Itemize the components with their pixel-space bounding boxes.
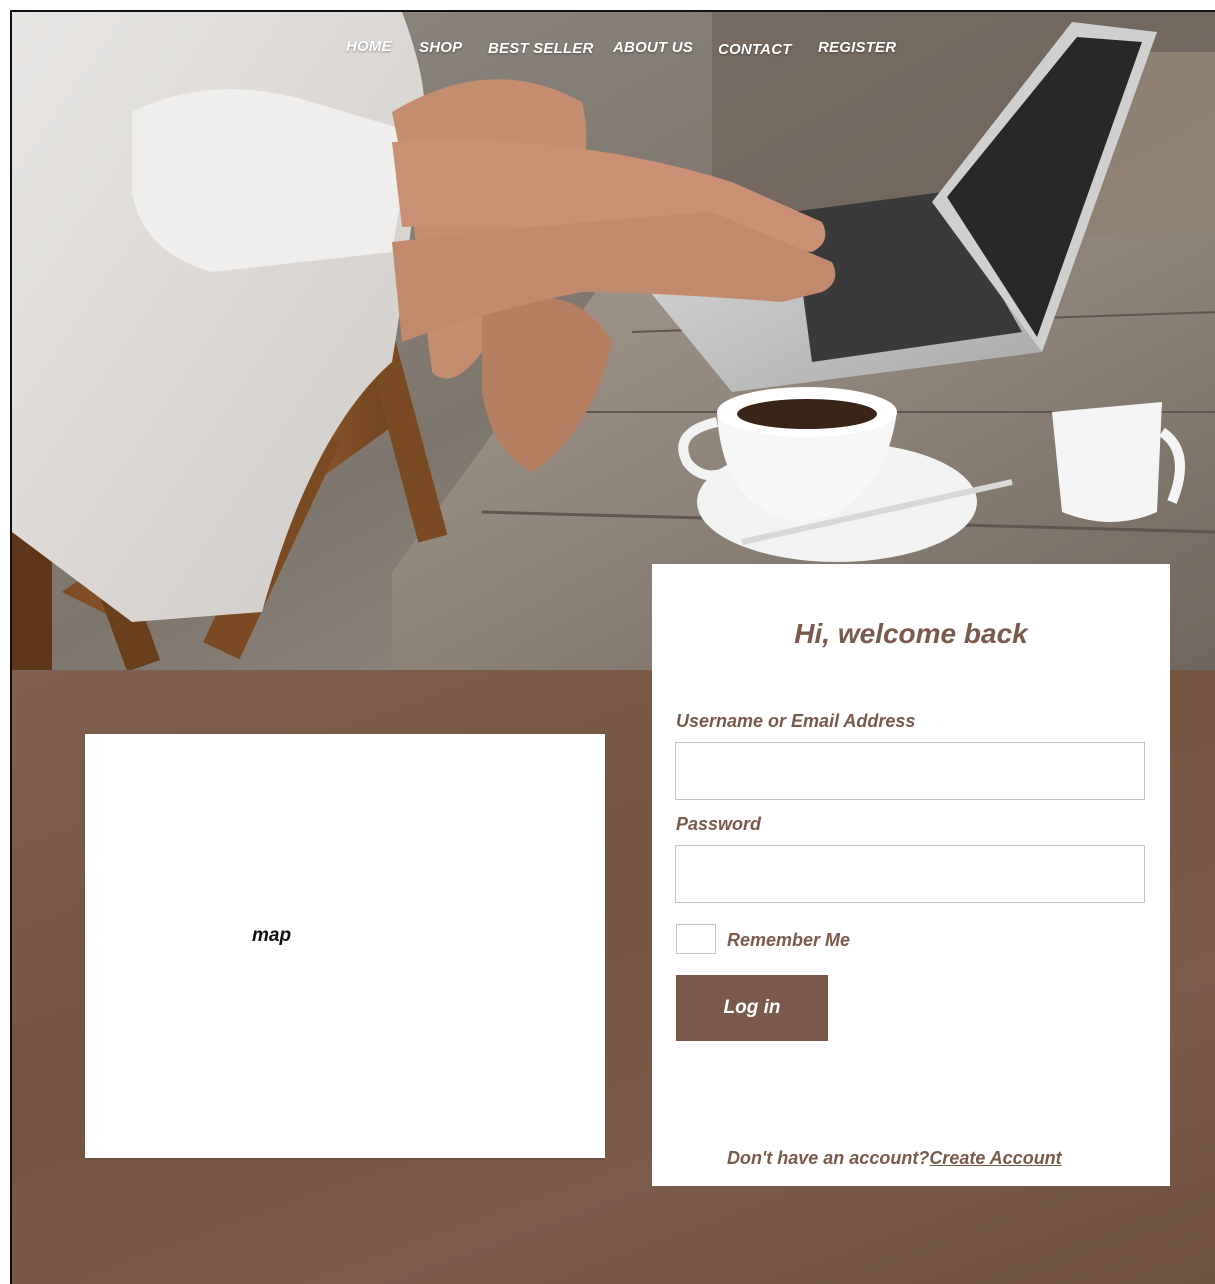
remember-me-label[interactable]: Remember Me: [727, 930, 850, 951]
map-placeholder[interactable]: map: [85, 734, 605, 1158]
map-label: map: [252, 925, 292, 946]
signup-prompt: Don't have an account?Create Account: [727, 1148, 1062, 1169]
nav-about-us[interactable]: ABOUT US: [613, 39, 693, 56]
nav-register[interactable]: REGISTER: [818, 39, 896, 56]
username-label: Username or Email Address: [676, 711, 916, 731]
password-label: Password: [676, 814, 762, 834]
nav-best-seller[interactable]: BEST SELLER: [488, 40, 594, 57]
login-title: Hi, welcome back: [794, 618, 1028, 649]
login-button[interactable]: Log in: [676, 975, 828, 1041]
nav-home[interactable]: HOME: [346, 38, 392, 55]
no-account-text: Don't have an account?: [727, 1148, 930, 1168]
nav-shop[interactable]: SHOP: [419, 39, 462, 56]
password-input[interactable]: [675, 845, 1145, 903]
create-account-link[interactable]: Create Account: [929, 1148, 1061, 1168]
username-input[interactable]: [675, 742, 1145, 800]
login-card: Hi, welcome back Username or Email Addre…: [652, 564, 1170, 1186]
remember-me-checkbox[interactable]: [676, 924, 716, 954]
nav-contact[interactable]: CONTACT: [718, 41, 792, 58]
page-frame: HOME SHOP BEST SELLER ABOUT US CONTACT R…: [10, 10, 1215, 1284]
